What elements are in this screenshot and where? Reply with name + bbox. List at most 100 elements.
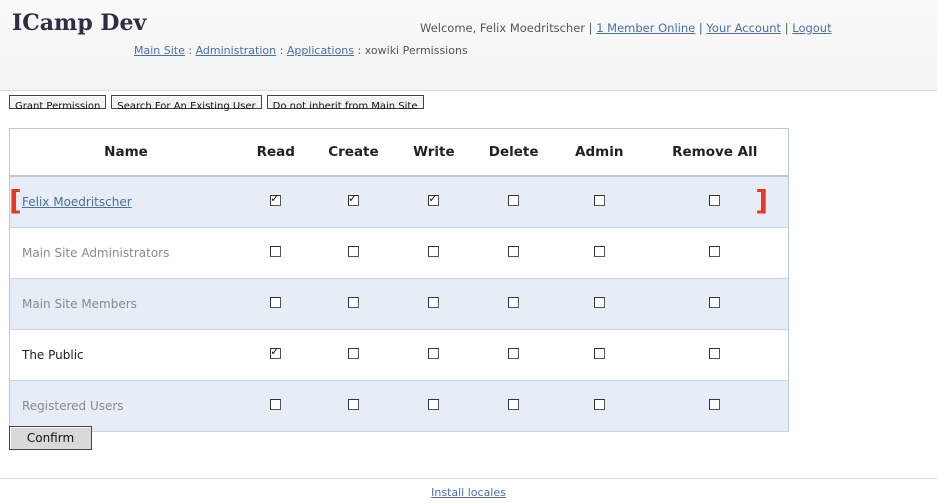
permission-cell-create — [309, 278, 398, 330]
permission-cell-create — [309, 176, 398, 228]
admin-checkbox[interactable] — [593, 297, 605, 308]
delete-checkbox[interactable] — [508, 348, 520, 359]
create-checkbox[interactable] — [347, 192, 359, 206]
admin-checkbox[interactable] — [593, 246, 605, 257]
write-checkbox[interactable] — [428, 297, 440, 308]
remove-all-checkbox[interactable] — [709, 246, 721, 257]
user-bar: Welcome, Felix Moedritscher | 1 Member O… — [420, 21, 832, 35]
footer: Install locales — [0, 486, 937, 499]
breadcrumb-main-site[interactable]: Main Site — [134, 44, 185, 57]
permission-cell-remove-all: ] — [641, 176, 789, 228]
admin-checkbox[interactable] — [593, 195, 605, 206]
permission-cell-remove-all — [641, 278, 789, 330]
permission-cell-write — [397, 176, 471, 228]
breadcrumb: Main Site : Administration : Application… — [134, 44, 468, 57]
remove-all-checkbox[interactable] — [709, 348, 721, 359]
breadcrumb-current: xowiki Permissions — [364, 44, 468, 57]
column-header-read: Read — [242, 128, 310, 177]
permission-cell-create — [309, 380, 398, 432]
permission-cell-create — [309, 329, 398, 381]
column-header-remove-all: Remove All — [641, 128, 789, 177]
table-row: The Public — [9, 329, 789, 381]
permission-cell-read — [242, 329, 310, 381]
party-name: The Public — [22, 348, 84, 362]
delete-checkbox[interactable] — [508, 297, 520, 308]
permission-cell-delete — [470, 278, 558, 330]
permission-cell-admin — [557, 176, 642, 228]
permissions-table: Name Read Create Write Delete Admin Remo… — [9, 128, 789, 432]
column-header-admin: Admin — [557, 128, 642, 177]
read-checkbox[interactable] — [270, 399, 282, 410]
permission-cell-create — [309, 227, 398, 279]
members-online-link[interactable]: 1 Member Online — [596, 21, 695, 35]
row-name-cell: Main Site Members — [9, 278, 242, 330]
permission-cell-remove-all — [641, 380, 789, 432]
breadcrumb-administration[interactable]: Administration — [196, 44, 277, 57]
logout-link[interactable]: Logout — [792, 21, 831, 35]
permission-cell-delete — [470, 176, 558, 228]
breadcrumb-sep: : — [188, 44, 193, 57]
breadcrumb-sep: : — [279, 44, 284, 57]
party-name: Main Site Administrators — [22, 246, 170, 260]
highlight-bracket-left: [ — [9, 184, 22, 217]
permission-cell-write — [397, 380, 471, 432]
create-checkbox[interactable] — [347, 348, 359, 359]
toolbar: Grant Permission Search For An Existing … — [9, 95, 424, 118]
permission-cell-write — [397, 227, 471, 279]
create-checkbox[interactable] — [347, 399, 359, 410]
permission-cell-admin — [557, 380, 642, 432]
permission-cell-write — [397, 278, 471, 330]
table-row: [Felix Moedritscher] — [9, 176, 789, 228]
admin-checkbox[interactable] — [593, 399, 605, 410]
read-checkbox[interactable] — [270, 345, 282, 359]
do-not-inherit-button[interactable]: Do not inherit from Main Site — [266, 95, 424, 112]
permission-cell-delete — [470, 380, 558, 432]
delete-checkbox[interactable] — [508, 195, 520, 206]
row-name-cell: Registered Users — [9, 380, 242, 432]
remove-all-checkbox[interactable] — [709, 297, 721, 308]
create-checkbox[interactable] — [347, 246, 359, 257]
admin-checkbox[interactable] — [593, 348, 605, 359]
row-name-cell: Main Site Administrators — [9, 227, 242, 279]
permission-cell-remove-all — [641, 227, 789, 279]
read-checkbox[interactable] — [270, 297, 282, 308]
remove-all-checkbox[interactable] — [709, 195, 721, 206]
footer-divider — [0, 478, 937, 479]
write-checkbox[interactable] — [428, 192, 440, 206]
read-checkbox[interactable] — [270, 192, 282, 206]
table-row: Registered Users — [9, 380, 789, 432]
write-checkbox[interactable] — [428, 246, 440, 257]
row-name-cell: The Public — [9, 329, 242, 381]
breadcrumb-applications[interactable]: Applications — [287, 44, 354, 57]
read-checkbox[interactable] — [270, 246, 282, 257]
permission-cell-read — [242, 227, 310, 279]
permission-cell-read — [242, 278, 310, 330]
grant-permission-button[interactable]: Grant Permission — [9, 95, 107, 112]
table-row: Main Site Members — [9, 278, 789, 330]
welcome-text: Welcome, Felix Moedritscher — [420, 21, 585, 35]
column-header-name: Name — [9, 128, 242, 177]
table-row: Main Site Administrators — [9, 227, 789, 279]
permission-cell-admin — [557, 329, 642, 381]
remove-all-checkbox[interactable] — [709, 399, 721, 410]
separator: | — [698, 21, 703, 35]
row-name-cell: [Felix Moedritscher — [9, 176, 242, 228]
search-user-button[interactable]: Search For An Existing User — [111, 95, 262, 112]
permission-cell-write — [397, 329, 471, 381]
write-checkbox[interactable] — [428, 348, 440, 359]
delete-checkbox[interactable] — [508, 399, 520, 410]
party-name: Main Site Members — [22, 297, 137, 311]
write-checkbox[interactable] — [428, 399, 440, 410]
delete-checkbox[interactable] — [508, 246, 520, 257]
permission-cell-admin — [557, 278, 642, 330]
install-locales-link[interactable]: Install locales — [431, 486, 506, 499]
party-name: Registered Users — [22, 399, 124, 413]
your-account-link[interactable]: Your Account — [706, 21, 781, 35]
separator: | — [588, 21, 593, 35]
user-link[interactable]: Felix Moedritscher — [22, 195, 132, 209]
confirm-button[interactable]: Confirm — [9, 426, 92, 450]
permission-cell-delete — [470, 329, 558, 381]
app-title: ICamp Dev — [12, 10, 147, 36]
create-checkbox[interactable] — [347, 297, 359, 308]
header: ICamp Dev Welcome, Felix Moedritscher | … — [0, 0, 937, 91]
